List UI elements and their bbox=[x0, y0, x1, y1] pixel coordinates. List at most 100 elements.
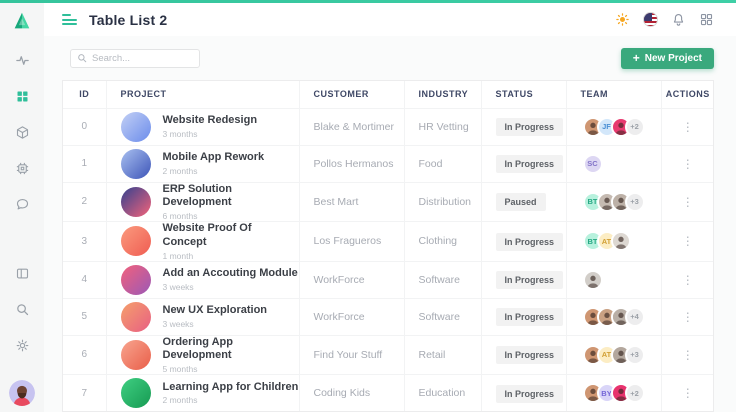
project-duration: 5 months bbox=[163, 364, 299, 374]
menu-icon[interactable] bbox=[62, 14, 77, 25]
sun-icon[interactable] bbox=[615, 12, 630, 27]
project-icon bbox=[121, 112, 151, 142]
team-more-badge[interactable]: +3 bbox=[625, 192, 645, 212]
chat-icon[interactable] bbox=[15, 197, 30, 212]
project-icon bbox=[121, 340, 151, 370]
cell-industry: Software bbox=[404, 298, 481, 335]
cell-team: SC bbox=[566, 145, 661, 182]
search-box bbox=[70, 49, 200, 68]
toolbar: + New Project bbox=[44, 36, 736, 80]
table-row: 1Mobile App Rework2 monthsPollos Hermano… bbox=[63, 145, 714, 182]
new-project-label: New Project bbox=[645, 53, 702, 64]
cpu-icon[interactable] bbox=[15, 161, 30, 176]
status-badge: In Progress bbox=[496, 271, 564, 289]
column-header-status[interactable]: STATUS bbox=[481, 81, 566, 108]
team-more-badge[interactable]: +4 bbox=[625, 307, 645, 327]
column-header-industry[interactable]: INDUSTRY bbox=[404, 81, 481, 108]
status-badge: In Progress bbox=[496, 155, 564, 173]
cell-actions: ⋮ bbox=[661, 375, 714, 412]
row-actions-button[interactable]: ⋮ bbox=[674, 192, 702, 212]
row-actions-button[interactable]: ⋮ bbox=[674, 154, 702, 174]
column-header-id[interactable]: ID bbox=[63, 81, 106, 108]
new-project-button[interactable]: + New Project bbox=[621, 48, 714, 69]
column-header-actions[interactable]: ACTIONS bbox=[661, 81, 714, 108]
status-badge: In Progress bbox=[496, 118, 564, 136]
cell-customer: WorkForce bbox=[299, 298, 404, 335]
project-icon bbox=[121, 226, 151, 256]
project-icon bbox=[121, 302, 151, 332]
row-actions-button[interactable]: ⋮ bbox=[674, 270, 702, 290]
project-name: Learning App for Children bbox=[163, 381, 299, 395]
cell-customer: Los Fragueros bbox=[299, 222, 404, 262]
project-name: Website Proof Of Concept bbox=[163, 222, 299, 250]
project-icon bbox=[121, 265, 151, 295]
project-name: Add an Accouting Module bbox=[163, 267, 298, 281]
cell-actions: ⋮ bbox=[661, 261, 714, 298]
column-header-customer[interactable]: CUSTOMER bbox=[299, 81, 404, 108]
cell-project[interactable]: Mobile App Rework2 months bbox=[106, 145, 299, 182]
us-flag-icon[interactable] bbox=[643, 12, 658, 27]
layout-icon[interactable] bbox=[15, 266, 30, 281]
activity-icon[interactable] bbox=[15, 53, 30, 68]
team-avatar[interactable] bbox=[611, 231, 631, 251]
team-more-badge[interactable]: +2 bbox=[625, 117, 645, 137]
row-actions-button[interactable]: ⋮ bbox=[674, 231, 702, 251]
cell-project[interactable]: Ordering App Development5 months bbox=[106, 335, 299, 375]
table-row: 3Website Proof Of Concept1 monthLos Frag… bbox=[63, 222, 714, 262]
sidebar bbox=[0, 3, 44, 412]
cell-project[interactable]: New UX Exploration3 weeks bbox=[106, 298, 299, 335]
column-header-project[interactable]: PROJECT bbox=[106, 81, 299, 108]
project-duration: 6 months bbox=[163, 211, 299, 221]
cell-id: 6 bbox=[63, 335, 106, 375]
cell-actions: ⋮ bbox=[661, 108, 714, 145]
app-logo[interactable] bbox=[0, 3, 44, 39]
cell-customer: Blake & Mortimer bbox=[299, 108, 404, 145]
team-avatar[interactable] bbox=[583, 270, 603, 290]
cube-icon[interactable] bbox=[15, 125, 30, 140]
cell-status: In Progress bbox=[481, 108, 566, 145]
row-actions-button[interactable]: ⋮ bbox=[674, 345, 702, 365]
search-icon[interactable] bbox=[15, 302, 30, 317]
gear-icon[interactable] bbox=[15, 338, 30, 353]
row-actions-button[interactable]: ⋮ bbox=[674, 307, 702, 327]
cell-status: In Progress bbox=[481, 298, 566, 335]
cell-status: In Progress bbox=[481, 375, 566, 412]
app-window: Table List 2 bbox=[0, 0, 736, 412]
team-more-badge[interactable]: +3 bbox=[625, 345, 645, 365]
dashboard-grid-icon[interactable] bbox=[15, 89, 30, 104]
user-avatar[interactable] bbox=[9, 380, 35, 406]
projects-table: ID PROJECT CUSTOMER INDUSTRY STATUS TEAM… bbox=[63, 81, 714, 412]
project-icon bbox=[121, 149, 151, 179]
cell-id: 0 bbox=[63, 108, 106, 145]
search-input[interactable] bbox=[92, 53, 193, 64]
apps-grid-icon[interactable] bbox=[699, 12, 714, 27]
plus-icon: + bbox=[633, 52, 640, 64]
cell-industry: HR Vetting bbox=[404, 108, 481, 145]
bell-icon[interactable] bbox=[671, 12, 686, 27]
projects-table-card: ID PROJECT CUSTOMER INDUSTRY STATUS TEAM… bbox=[62, 80, 714, 412]
cell-status: In Progress bbox=[481, 145, 566, 182]
cell-id: 1 bbox=[63, 145, 106, 182]
team-more-badge[interactable]: +2 bbox=[625, 383, 645, 403]
cell-industry: Software bbox=[404, 261, 481, 298]
cell-project[interactable]: Learning App for Children2 months bbox=[106, 375, 299, 412]
team-initials-badge[interactable]: SC bbox=[583, 154, 603, 174]
status-badge: In Progress bbox=[496, 385, 564, 403]
cell-team: BY+2 bbox=[566, 375, 661, 412]
cell-project[interactable]: Website Proof Of Concept1 month bbox=[106, 222, 299, 262]
row-actions-button[interactable]: ⋮ bbox=[674, 383, 702, 403]
cell-team: AT+3 bbox=[566, 335, 661, 375]
cell-customer: Pollos Hermanos bbox=[299, 145, 404, 182]
page-title: Table List 2 bbox=[89, 12, 167, 28]
project-name: New UX Exploration bbox=[163, 304, 268, 318]
cell-project[interactable]: Add an Accouting Module3 weeks bbox=[106, 261, 299, 298]
top-header: Table List 2 bbox=[44, 3, 736, 36]
project-duration: 2 months bbox=[163, 166, 265, 176]
row-actions-button[interactable]: ⋮ bbox=[674, 117, 702, 137]
project-name: Ordering App Development bbox=[163, 336, 299, 364]
cell-project[interactable]: Website Redesign3 months bbox=[106, 108, 299, 145]
column-header-team[interactable]: TEAM bbox=[566, 81, 661, 108]
triangle-logo-icon bbox=[11, 10, 33, 32]
cell-project[interactable]: ERP Solution Development6 months bbox=[106, 182, 299, 222]
table-row: 0Website Redesign3 monthsBlake & Mortime… bbox=[63, 108, 714, 145]
